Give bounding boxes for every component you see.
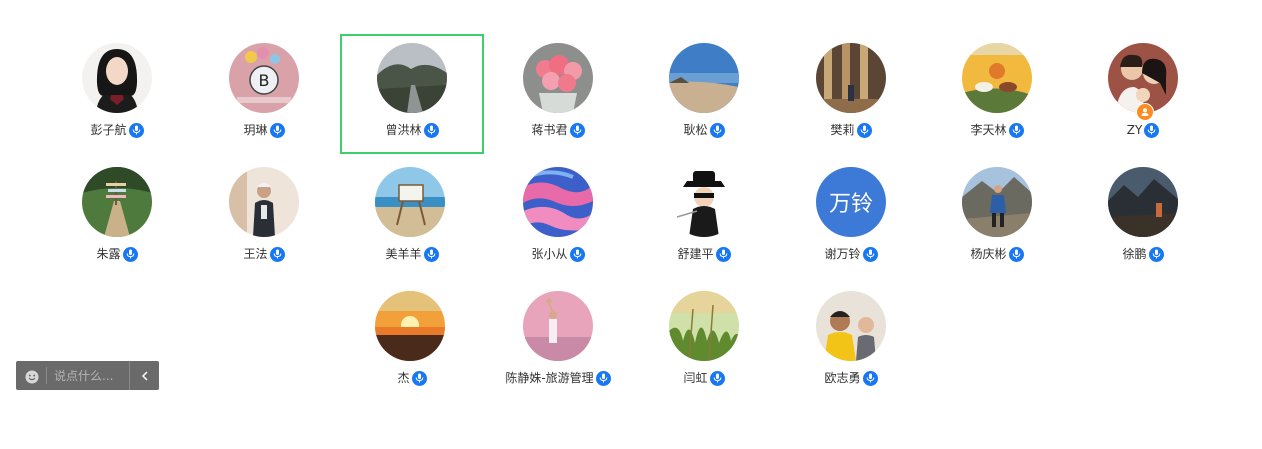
participant-tile[interactable]: 徐鹏: [1071, 158, 1215, 278]
chat-bar: [16, 361, 159, 390]
microphone-icon: [595, 370, 611, 386]
avatar: [523, 167, 593, 237]
chat-input[interactable]: [54, 368, 124, 383]
chevron-left-icon: [141, 370, 148, 381]
participant-tile[interactable]: 陈静姝-旅游管理: [486, 282, 630, 402]
microphone-icon: [709, 370, 725, 386]
avatar: [669, 167, 739, 237]
participant-tile[interactable]: 杰: [340, 282, 484, 402]
microphone-icon: [715, 246, 731, 262]
collapse-button[interactable]: [129, 361, 159, 390]
participant-name: 曾洪林: [385, 123, 422, 137]
participant-name: 蒋书君: [531, 123, 568, 137]
participant-tile[interactable]: 闫虹: [632, 282, 776, 402]
microphone-icon: [122, 246, 138, 262]
participant-tile[interactable]: 万铃 谢万铃: [779, 158, 923, 278]
participant-name: 杨庆彬: [970, 247, 1007, 261]
participant-tile[interactable]: 蒋书君: [486, 34, 630, 154]
participant-name: 彭子航: [90, 123, 127, 137]
participant-tile[interactable]: 朱露: [45, 158, 189, 278]
avatar: [375, 167, 445, 237]
microphone-icon: [856, 122, 872, 138]
participant-tile[interactable]: 美羊羊: [340, 158, 484, 278]
participant-tile[interactable]: 舒建平: [632, 158, 776, 278]
participant-tile[interactable]: 耿松: [632, 34, 776, 154]
microphone-icon: [1008, 246, 1024, 262]
avatar: [82, 167, 152, 237]
microphone-icon: [423, 246, 439, 262]
participant-name: 谢万铃: [824, 247, 861, 261]
participant-tile[interactable]: 杨庆彬: [925, 158, 1069, 278]
avatar: [523, 43, 593, 113]
participant-name: 美羊羊: [385, 247, 422, 261]
avatar: [523, 291, 593, 361]
smiley-icon[interactable]: [25, 369, 39, 383]
microphone-icon: [862, 370, 878, 386]
participant-name: 陈静姝-旅游管理: [505, 371, 594, 385]
participant-name: 张小从: [531, 247, 568, 261]
participant-tile[interactable]: 张小从: [486, 158, 630, 278]
participant-name: 欧志勇: [824, 371, 861, 385]
microphone-icon: [569, 122, 585, 138]
avatar-text: 万铃: [828, 192, 873, 217]
participant-name: 闫虹: [683, 371, 708, 385]
avatar: [816, 43, 886, 113]
avatar: B: [229, 43, 299, 113]
participant-tile[interactable]: 彭子航: [45, 34, 189, 154]
microphone-icon: [411, 370, 427, 386]
participant-name: 玥琳: [243, 123, 268, 137]
avatar: [1108, 167, 1178, 237]
participant-name: 王法: [243, 247, 268, 261]
host-person-icon: [1136, 103, 1154, 121]
divider: [46, 367, 47, 384]
avatar: [669, 291, 739, 361]
participant-name: 李天林: [970, 123, 1007, 137]
svg-text:B: B: [259, 71, 270, 90]
avatar: [962, 43, 1032, 113]
microphone-icon: [1008, 122, 1024, 138]
microphone-icon: [1144, 122, 1160, 138]
avatar: [669, 43, 739, 113]
avatar: [229, 167, 299, 237]
participant-name: 徐鹏: [1122, 247, 1147, 261]
participant-name: ZY: [1126, 123, 1143, 137]
microphone-icon: [569, 246, 585, 262]
microphone-icon: [862, 246, 878, 262]
participant-name: 樊莉: [830, 123, 855, 137]
microphone-icon: [269, 246, 285, 262]
participant-name: 耿松: [683, 123, 708, 137]
participant-tile[interactable]: ZY: [1071, 34, 1215, 154]
avatar: [375, 291, 445, 361]
microphone-icon: [423, 122, 439, 138]
participant-tile-active[interactable]: 曾洪林: [340, 34, 484, 154]
avatar: [82, 43, 152, 113]
participant-tile[interactable]: 李天林: [925, 34, 1069, 154]
microphone-icon: [269, 122, 285, 138]
participant-name: 杰: [397, 371, 410, 385]
participant-tile[interactable]: 欧志勇: [779, 282, 923, 402]
microphone-icon: [128, 122, 144, 138]
avatar: [962, 167, 1032, 237]
avatar: [816, 291, 886, 361]
participant-name: 舒建平: [677, 247, 714, 261]
participant-tile[interactable]: 王法: [192, 158, 336, 278]
participant-tile[interactable]: B 玥琳: [192, 34, 336, 154]
avatar: [377, 43, 447, 113]
microphone-icon: [709, 122, 725, 138]
avatar-initials: 万铃: [816, 167, 886, 237]
microphone-icon: [1148, 246, 1164, 262]
participant-tile[interactable]: 樊莉: [779, 34, 923, 154]
participant-name: 朱露: [96, 247, 121, 261]
